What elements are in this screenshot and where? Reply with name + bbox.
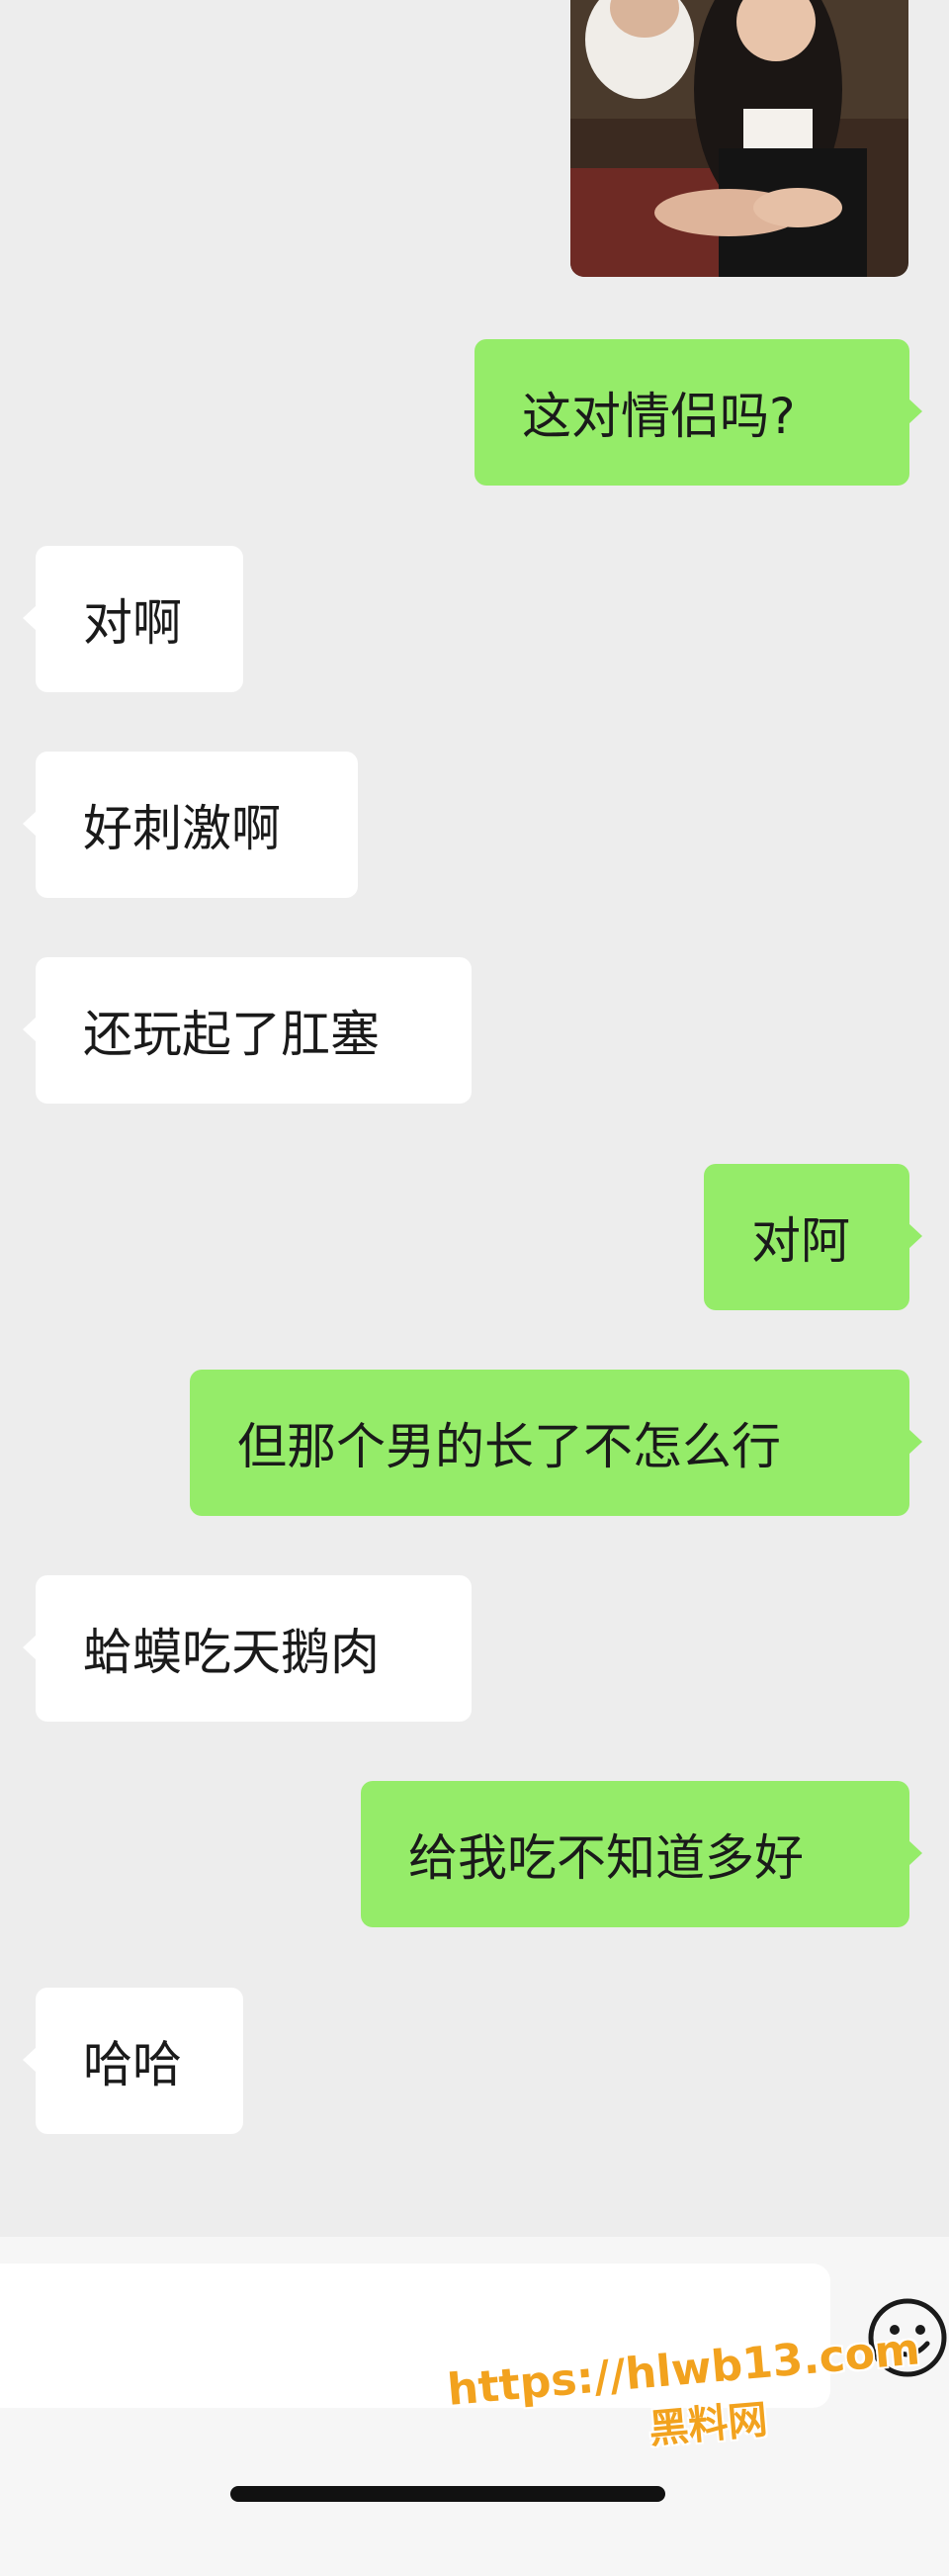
message-text: 给我吃不知道多好 <box>408 1829 804 1887</box>
message-text: 这对情侣吗? <box>522 388 796 445</box>
chat-message-list[interactable]: 这对情侣吗? 对啊 好刺激啊 还玩起了肛塞 对阿 但那个男的长了不怎么行 蛤蟆吃… <box>0 0 949 2237</box>
outgoing-message-bubble[interactable]: 但那个男的长了不怎么行 <box>190 1370 922 1516</box>
couple-photo <box>570 0 908 277</box>
message-text: 哈哈 <box>83 2036 182 2093</box>
incoming-message-bubble[interactable]: 蛤蟆吃天鹅肉 <box>23 1575 472 1722</box>
incoming-message-bubble[interactable]: 哈哈 <box>23 1988 243 2134</box>
message-text: 还玩起了肛塞 <box>83 1006 380 1063</box>
message-text: 蛤蟆吃天鹅肉 <box>83 1624 380 1681</box>
message-text: 对阿 <box>751 1212 850 1270</box>
shared-photo-message[interactable] <box>570 0 908 277</box>
outgoing-message-bubble[interactable]: 这对情侣吗? <box>474 339 922 486</box>
message-text: 但那个男的长了不怎么行 <box>237 1418 781 1475</box>
outgoing-message-bubble[interactable]: 给我吃不知道多好 <box>361 1781 922 1927</box>
incoming-message-bubble[interactable]: 好刺激啊 <box>23 752 358 898</box>
incoming-message-bubble[interactable]: 还玩起了肛塞 <box>23 957 472 1104</box>
message-text: 好刺激啊 <box>83 800 281 857</box>
incoming-message-bubble[interactable]: 对啊 <box>23 546 243 692</box>
outgoing-message-bubble[interactable]: 对阿 <box>704 1164 922 1310</box>
message-text: 对啊 <box>83 594 182 652</box>
